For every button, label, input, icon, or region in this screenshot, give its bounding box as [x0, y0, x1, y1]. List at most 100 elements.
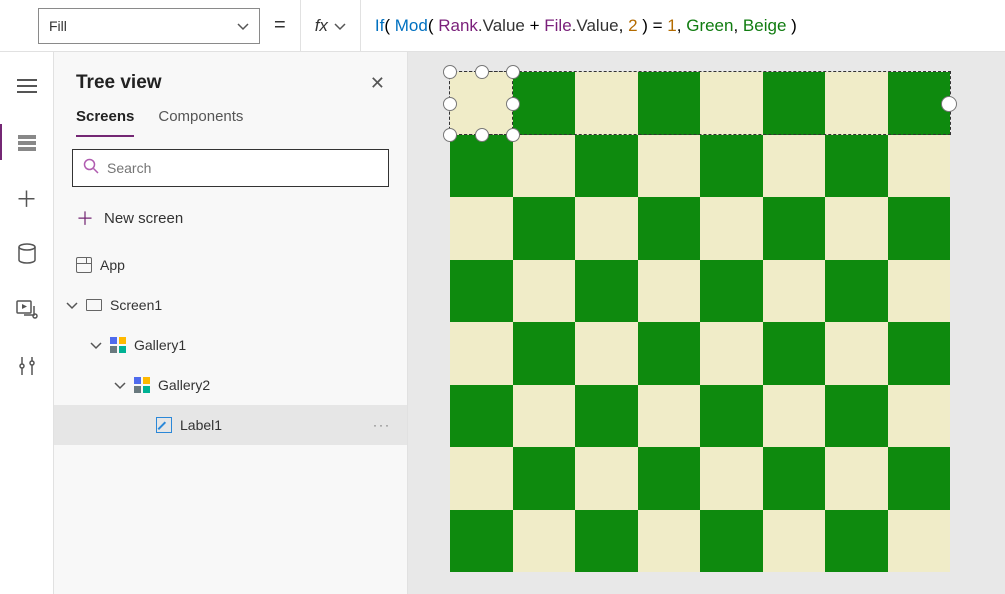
data-rail-button[interactable]: [13, 240, 41, 268]
tree-node-gallery2[interactable]: Gallery2: [54, 365, 407, 405]
plus-icon: ＋: [76, 205, 94, 231]
board-square: [450, 447, 513, 510]
board-square: [575, 135, 638, 198]
formula-input[interactable]: If( Mod( Rank.Value + File.Value, 2 ) = …: [360, 0, 1005, 52]
board-square: [450, 197, 513, 260]
board-square: [450, 72, 513, 135]
main-area: ＋ Tree view ✕ Screens Components ＋ New s…: [0, 52, 1005, 594]
board-square: [888, 260, 951, 323]
board-square: [700, 135, 763, 198]
chevron-down-icon[interactable]: [90, 337, 102, 353]
search-box[interactable]: [72, 149, 389, 187]
board-square: [575, 260, 638, 323]
board-square: [825, 197, 888, 260]
board-square: [638, 260, 701, 323]
gallery-icon: [110, 337, 126, 353]
board-square: [513, 510, 576, 573]
board-square: [575, 447, 638, 510]
board-square: [575, 72, 638, 135]
board-square: [763, 322, 826, 385]
board-square: [513, 135, 576, 198]
board-square: [825, 385, 888, 448]
new-screen-button[interactable]: ＋ New screen: [54, 195, 407, 241]
property-dropdown[interactable]: Fill: [38, 8, 260, 44]
search-input[interactable]: [107, 160, 378, 176]
chevron-down-icon: [237, 18, 249, 34]
app-icon: [76, 257, 92, 273]
board-square: [888, 447, 951, 510]
close-icon[interactable]: ✕: [370, 73, 385, 94]
board-square: [450, 510, 513, 573]
board-square: [638, 447, 701, 510]
board-square: [700, 385, 763, 448]
board-square: [575, 510, 638, 573]
board-square: [763, 197, 826, 260]
tree-node-app[interactable]: App: [54, 245, 407, 285]
fx-label: fx: [315, 16, 328, 36]
board-square: [763, 260, 826, 323]
board-square: [700, 197, 763, 260]
board-square: [888, 510, 951, 573]
board-square: [825, 135, 888, 198]
board-square: [638, 72, 701, 135]
tree-label: Gallery1: [134, 337, 186, 353]
tab-components[interactable]: Components: [158, 108, 243, 137]
tree-label: Screen1: [110, 297, 162, 313]
board-square: [638, 135, 701, 198]
board-square: [763, 510, 826, 573]
gallery-icon: [134, 377, 150, 393]
fx-button[interactable]: fx: [300, 0, 360, 52]
search-icon: [83, 158, 99, 179]
board-square: [513, 322, 576, 385]
more-icon[interactable]: ···: [373, 418, 391, 432]
board-square: [513, 260, 576, 323]
tree-tabs: Screens Components: [54, 98, 407, 137]
board-square: [825, 260, 888, 323]
tree-view-rail-button[interactable]: [13, 128, 41, 156]
board-square: [825, 447, 888, 510]
tree-list: App Screen1 Gallery1 Gallery2 Label1 ···: [54, 241, 407, 594]
tree-label: Label1: [180, 417, 222, 433]
insert-rail-button[interactable]: ＋: [13, 184, 41, 212]
tree-view-title: Tree view: [76, 72, 162, 94]
board-square: [825, 72, 888, 135]
label-icon: [156, 417, 172, 433]
board-square: [763, 385, 826, 448]
canvas[interactable]: [408, 52, 1005, 594]
property-name: Fill: [49, 18, 67, 34]
board-square: [450, 260, 513, 323]
board-square: [638, 322, 701, 385]
tools-rail-button[interactable]: [13, 352, 41, 380]
board-square: [700, 322, 763, 385]
tree-node-label1[interactable]: Label1 ···: [54, 405, 407, 445]
screen-icon: [86, 299, 102, 311]
board-square: [638, 385, 701, 448]
tree-label: Gallery2: [158, 377, 210, 393]
board-square: [513, 447, 576, 510]
formula-bar: Fill = fx If( Mod( Rank.Value + File.Val…: [0, 0, 1005, 52]
board-square: [513, 72, 576, 135]
media-rail-button[interactable]: [13, 296, 41, 324]
chevron-down-icon: [334, 16, 346, 36]
board-square: [763, 135, 826, 198]
board-square: [575, 322, 638, 385]
board-square: [825, 510, 888, 573]
tree-node-screen1[interactable]: Screen1: [54, 285, 407, 325]
tree-label: App: [100, 257, 125, 273]
board-square: [888, 197, 951, 260]
chevron-down-icon[interactable]: [66, 297, 78, 313]
board-square: [575, 197, 638, 260]
hamburger-icon[interactable]: [13, 72, 41, 100]
tab-screens[interactable]: Screens: [76, 108, 134, 137]
board-square: [888, 385, 951, 448]
tree-node-gallery1[interactable]: Gallery1: [54, 325, 407, 365]
board-square: [638, 510, 701, 573]
board-square: [888, 322, 951, 385]
board-square: [513, 197, 576, 260]
new-screen-label: New screen: [104, 210, 183, 227]
chevron-down-icon[interactable]: [114, 377, 126, 393]
board-square: [513, 385, 576, 448]
board-square: [700, 72, 763, 135]
board-square: [825, 322, 888, 385]
tree-view-panel: Tree view ✕ Screens Components ＋ New scr…: [54, 52, 408, 594]
